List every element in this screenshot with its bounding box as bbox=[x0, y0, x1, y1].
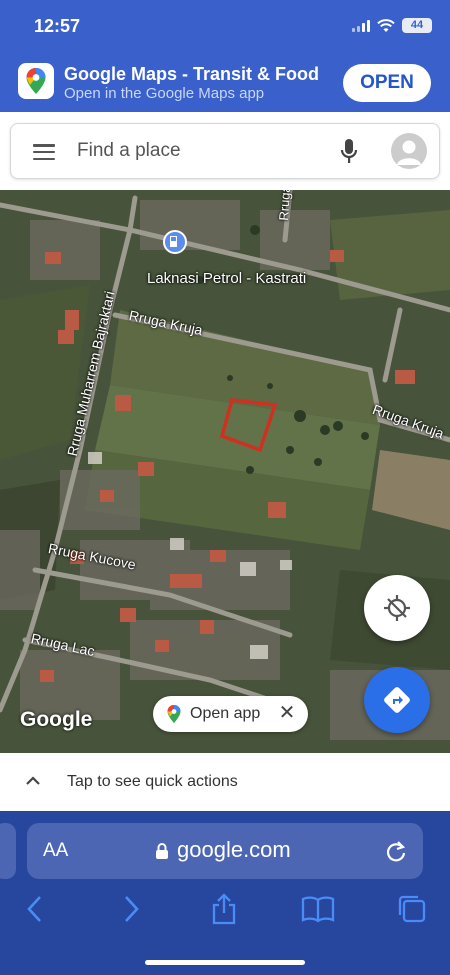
status-time: 12:57 bbox=[34, 16, 81, 36]
reload-icon[interactable] bbox=[385, 839, 407, 863]
share-icon[interactable] bbox=[206, 891, 242, 927]
locate-icon[interactable] bbox=[364, 575, 430, 641]
browser-chrome: AA google.com bbox=[0, 811, 450, 975]
forward-icon[interactable] bbox=[113, 891, 149, 927]
directions-icon[interactable] bbox=[364, 667, 430, 733]
google-logo: Google bbox=[20, 708, 93, 731]
signal-icon bbox=[352, 19, 370, 32]
browser-toolbar bbox=[0, 891, 450, 931]
poi-label[interactable]: Laknasi Petrol - Kastrati bbox=[147, 270, 306, 287]
open-app-chip[interactable]: Open app ✕ bbox=[153, 696, 308, 732]
app-banner-subtitle: Open in the Google Maps app bbox=[64, 85, 265, 102]
address-bar[interactable]: AA google.com bbox=[27, 823, 423, 879]
app-banner-title: Google Maps - Transit & Food bbox=[64, 64, 320, 84]
mic-icon[interactable] bbox=[339, 138, 359, 166]
reader-settings-button[interactable]: AA bbox=[43, 840, 68, 862]
open-app-label: Open app bbox=[190, 705, 261, 722]
menu-icon[interactable] bbox=[33, 144, 55, 160]
tabs-icon[interactable] bbox=[394, 891, 430, 927]
back-icon[interactable] bbox=[17, 891, 53, 927]
map-view[interactable]: Rruga Ple Laknasi Petrol - Kastrati Rrug… bbox=[0, 190, 450, 753]
previous-tab-peek[interactable] bbox=[0, 823, 16, 879]
search-bar[interactable] bbox=[10, 123, 440, 179]
battery-icon: 44 bbox=[402, 18, 432, 33]
wifi-icon bbox=[377, 18, 395, 32]
open-app-button[interactable]: OPEN bbox=[343, 64, 431, 102]
home-indicator bbox=[145, 960, 305, 965]
gas-station-icon bbox=[163, 230, 187, 254]
google-maps-pin-icon bbox=[167, 705, 181, 723]
avatar-icon[interactable] bbox=[391, 133, 427, 169]
quick-actions-bar[interactable]: Tap to see quick actions bbox=[0, 753, 450, 811]
search-area bbox=[0, 112, 450, 190]
search-input[interactable] bbox=[77, 134, 317, 168]
status-icons: 44 bbox=[352, 18, 432, 33]
google-maps-icon bbox=[18, 63, 54, 99]
lock-icon bbox=[156, 843, 168, 859]
status-bar: 12:57 44 bbox=[0, 0, 450, 54]
close-icon[interactable]: ✕ bbox=[278, 703, 296, 723]
quick-actions-text[interactable]: Tap to see quick actions bbox=[67, 773, 238, 791]
app-banner: Google Maps - Transit & Food Open in the… bbox=[0, 54, 450, 112]
bookmarks-icon[interactable] bbox=[300, 891, 336, 927]
chevron-up-icon[interactable] bbox=[25, 773, 41, 789]
url-text[interactable]: google.com bbox=[177, 837, 291, 863]
